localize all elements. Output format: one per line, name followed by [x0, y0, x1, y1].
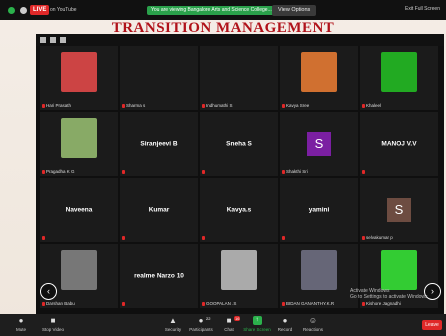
- info-icon[interactable]: [20, 7, 27, 14]
- list-icon[interactable]: [60, 37, 66, 43]
- muted-mic-icon: [202, 170, 205, 174]
- participant-name: Shakthi Sri: [286, 169, 308, 174]
- participant-video: [381, 250, 417, 290]
- muted-mic-icon: [282, 170, 285, 174]
- gallery-view: Hari Prasath Sharma s Indhumathi S Kavya Sr…: [36, 34, 444, 324]
- record-icon: ●: [282, 316, 288, 325]
- participant-name: Indhumathi S: [206, 103, 233, 108]
- participant-video: [61, 250, 97, 290]
- participant-name: Pragadha K G: [46, 169, 75, 174]
- participant-display-name: realme Narzo 10: [134, 272, 184, 280]
- reactions-icon: ☺: [308, 316, 318, 325]
- participant-tile[interactable]: GOOPALAN .S: [200, 244, 278, 308]
- muted-mic-icon: [362, 170, 365, 174]
- muted-mic-icon: [42, 302, 45, 306]
- muted-mic-icon: [282, 302, 285, 306]
- previous-page-button[interactable]: ‹: [40, 283, 57, 300]
- muted-mic-icon: [202, 302, 205, 306]
- muted-mic-icon: [122, 302, 125, 306]
- participant-video: [381, 52, 417, 92]
- participant-avatar: S: [387, 198, 411, 222]
- participant-tile[interactable]: MANOJ V.V: [360, 112, 438, 176]
- muted-mic-icon: [282, 104, 285, 108]
- participant-display-name: yamini: [308, 206, 330, 214]
- participant-tile[interactable]: Siranjeevi B: [120, 112, 198, 176]
- muted-mic-icon: [202, 236, 205, 240]
- participant-tile[interactable]: Kavya.s: [200, 178, 278, 242]
- participant-name: Darshan Babu: [46, 301, 75, 306]
- muted-mic-icon: [42, 104, 45, 108]
- live-badge[interactable]: LIVE: [30, 5, 50, 15]
- muted-mic-icon: [42, 236, 45, 240]
- participant-tile[interactable]: Hari Prasath: [40, 46, 118, 110]
- participant-name: GOOPALAN .S: [206, 301, 237, 306]
- exit-fullscreen-button[interactable]: Exit Full Screen: [405, 6, 440, 12]
- shield-icon[interactable]: [8, 7, 15, 14]
- participant-tile[interactable]: S Shakthi Sri: [280, 112, 358, 176]
- view-options-button[interactable]: View Options: [272, 5, 317, 16]
- participant-tile[interactable]: Khaleel: [360, 46, 438, 110]
- leave-button[interactable]: Leave: [422, 320, 442, 330]
- participant-tile[interactable]: Indhumathi S: [200, 46, 278, 110]
- participant-video: [61, 52, 97, 92]
- participant-name: Sharma s: [126, 103, 146, 108]
- participant-tile[interactable]: Kavya Sree: [280, 46, 358, 110]
- participant-display-name: Kavya.s: [226, 206, 252, 214]
- shield-icon: ▲: [169, 316, 177, 325]
- muted-mic-icon: [202, 104, 205, 108]
- participant-name: Kavya Sree: [286, 103, 310, 108]
- share-screen-icon: ↑: [252, 316, 262, 325]
- participant-tile[interactable]: Pragadha K G: [40, 112, 118, 176]
- participant-video: [301, 52, 337, 92]
- participant-tile[interactable]: Sselvakumar p: [360, 178, 438, 242]
- microphone-icon: ●: [18, 316, 24, 325]
- participant-name: Khaleel: [366, 103, 382, 108]
- grid-icon[interactable]: [50, 37, 56, 43]
- live-destination: on YouTube: [50, 7, 77, 13]
- meeting-top-bar: LIVE on YouTube You are viewing Bangalor…: [0, 0, 446, 20]
- participant-tile[interactable]: Sharma s: [120, 46, 198, 110]
- participant-tile[interactable]: Kumar: [120, 178, 198, 242]
- muted-mic-icon: [122, 104, 125, 108]
- participant-tile[interactable]: yamini: [280, 178, 358, 242]
- participant-video: [301, 250, 337, 290]
- participant-avatar: S: [307, 132, 331, 156]
- muted-mic-icon: [282, 236, 285, 240]
- muted-mic-icon: [42, 170, 45, 174]
- participant-tile[interactable]: Naveena: [40, 178, 118, 242]
- participant-name: selvakumar p: [366, 235, 393, 240]
- participant-display-name: MANOJ V.V: [381, 140, 417, 148]
- participant-name: Kishore Jagnadhi: [366, 301, 401, 306]
- meeting-toolbar: ● Mute ■ Stop Video ▲ Security ● Participant…: [0, 314, 446, 336]
- stop-video-button[interactable]: ■ Stop Video: [34, 316, 72, 332]
- participant-name: BIDAN GANANTHY.K.R: [286, 301, 335, 306]
- participant-display-name: Sneha S: [226, 140, 252, 148]
- minimize-icon[interactable]: [40, 37, 46, 43]
- participant-tile[interactable]: Sneha S: [200, 112, 278, 176]
- activate-windows-watermark: Activate Windows Go to Settings to activ…: [350, 288, 428, 300]
- participant-name: Hari Prasath: [46, 103, 72, 108]
- participant-video: [61, 118, 97, 158]
- participant-display-name: Siranjeevi B: [140, 140, 178, 148]
- chat-icon: ■: [226, 316, 232, 325]
- muted-mic-icon: [122, 170, 125, 174]
- video-camera-icon: ■: [50, 316, 56, 325]
- gallery-toolbar: [36, 34, 444, 46]
- participant-display-name: Naveena: [65, 206, 93, 214]
- participant-tile[interactable]: realme Narzo 10: [120, 244, 198, 308]
- muted-mic-icon: [362, 236, 365, 240]
- participant-display-name: Kumar: [148, 206, 170, 214]
- participants-icon: ●: [198, 316, 204, 325]
- muted-mic-icon: [362, 104, 365, 108]
- muted-mic-icon: [362, 302, 365, 306]
- muted-mic-icon: [122, 236, 125, 240]
- participant-tile[interactable]: BIDAN GANANTHY.K.R: [280, 244, 358, 308]
- participant-video: [221, 250, 257, 290]
- reactions-button[interactable]: ☺ Reactions: [294, 316, 332, 332]
